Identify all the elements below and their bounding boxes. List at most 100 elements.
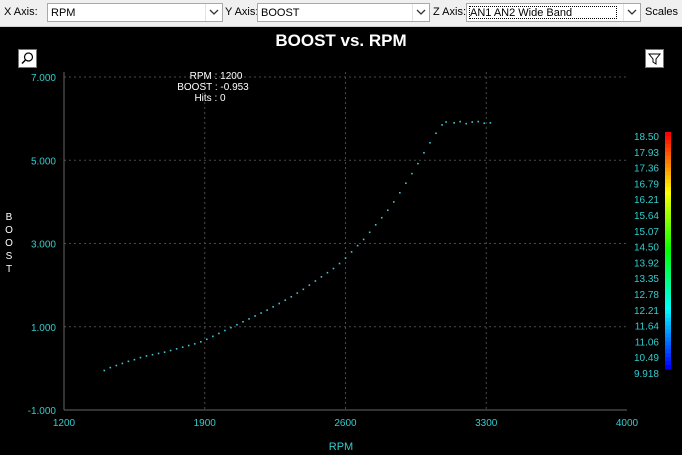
data-point — [405, 182, 407, 184]
z-axis-select[interactable]: AN1 AN2 Wide Band — [466, 3, 641, 22]
data-point — [399, 191, 401, 194]
colorbar-tick-label: 14.50 — [634, 243, 659, 254]
data-point — [193, 343, 196, 345]
data-point — [163, 351, 166, 353]
colorbar-segment — [665, 230, 671, 236]
colorbar-tick-label: 13.92 — [634, 258, 659, 269]
data-points — [103, 120, 492, 372]
colorbar-segment — [665, 337, 671, 342]
colorbar-segment — [665, 290, 671, 295]
scatter-plot[interactable]: -1.000 1.000 3.000 5.000 7.000 1200 1900 2600 3… — [0, 27, 682, 455]
chevron-down-icon[interactable] — [205, 4, 222, 21]
y-axis-select[interactable]: BOOST — [257, 3, 430, 22]
data-point — [199, 340, 202, 343]
y-axis-title-char: B — [6, 212, 13, 223]
colorbar-segment — [665, 211, 671, 216]
data-point — [477, 120, 480, 123]
y-axis-value: BOOST — [261, 7, 300, 19]
colorbar-segment — [665, 191, 671, 196]
data-point — [248, 318, 250, 320]
data-point — [133, 358, 136, 361]
colorbar-segment — [665, 135, 671, 141]
colorbar-tick-label: 15.64 — [634, 211, 659, 222]
colorbar-segment — [665, 147, 671, 153]
x-axis-value: RPM — [51, 7, 76, 19]
y-tick-label: 1.000 — [31, 323, 56, 334]
data-point — [157, 352, 160, 355]
chevron-down-icon[interactable] — [412, 4, 429, 21]
data-point — [169, 349, 172, 352]
data-point — [411, 172, 413, 175]
data-point — [489, 122, 492, 124]
data-point — [139, 356, 142, 359]
x-tick-labels: 1200 1900 2600 3300 4000 — [53, 418, 639, 429]
colorbar-segment — [665, 254, 671, 260]
colorbar-segment — [665, 349, 671, 354]
y-axis-title-char: S — [6, 251, 13, 262]
data-point — [429, 142, 431, 144]
chevron-down-icon[interactable] — [623, 4, 640, 21]
colorbar-segment — [665, 250, 671, 256]
data-point — [344, 257, 347, 259]
colorbar-segment — [665, 266, 671, 271]
data-point — [483, 122, 486, 125]
colorbar-segment — [665, 151, 671, 157]
colorbar-tick-labels: 18.50 17.93 17.36 16.79 16.21 15.64 15.07 14.50… — [634, 132, 659, 380]
data-point — [314, 280, 317, 282]
colorbar-tick-label: 12.21 — [634, 306, 659, 317]
colorbar-segment — [665, 309, 671, 315]
colorbar-segment — [665, 282, 671, 287]
colorbar-segment — [665, 199, 671, 204]
colorbar-segment — [665, 258, 671, 263]
data-point — [386, 209, 389, 212]
data-point — [417, 162, 419, 165]
data-point — [435, 132, 437, 135]
data-point — [236, 323, 238, 326]
colorbar-segment — [665, 143, 671, 149]
cursor-hits: Hits : 0 — [194, 93, 226, 104]
colorbar-segment — [665, 361, 671, 366]
data-point — [302, 288, 305, 291]
colorbar-segment — [665, 293, 671, 299]
x-axis-title: RPM — [329, 441, 353, 453]
y-axis-title: BOOST — [5, 212, 13, 275]
y-axis-title-char: O — [5, 225, 13, 236]
data-point — [308, 284, 311, 286]
colorbar-tick-label: 18.50 — [634, 132, 659, 143]
x-axis-select[interactable]: RPM — [47, 3, 223, 22]
scales-button[interactable]: Scales — [645, 6, 678, 18]
colorbar-segment — [665, 329, 671, 335]
y-tick-labels: -1.000 1.000 3.000 5.000 7.000 — [28, 73, 57, 417]
data-point — [380, 216, 383, 219]
data-point — [332, 267, 335, 270]
data-point — [374, 224, 377, 226]
colorbar-segment — [665, 234, 671, 240]
axis-toolbar: X Axis: RPM Y Axis: BOOST Z Axis: AN1 AN… — [0, 0, 682, 27]
data-point — [230, 326, 232, 329]
colorbar-segment — [665, 301, 671, 307]
data-point — [224, 329, 226, 332]
z-axis-label: Z Axis: — [433, 6, 467, 18]
cursor-boost: BOOST : -0.953 — [177, 82, 249, 93]
data-point — [218, 332, 220, 335]
data-point — [206, 338, 208, 341]
colorbar-segment — [665, 246, 671, 252]
data-point — [212, 335, 214, 338]
colorbar-segment — [665, 132, 671, 137]
colorbar-tick-label: 16.21 — [634, 195, 659, 206]
colorbar-segment — [665, 345, 671, 350]
data-point — [393, 201, 395, 203]
data-point — [453, 122, 455, 124]
data-point — [242, 321, 244, 323]
colorbar-tick-label: 11.64 — [635, 322, 660, 333]
data-point — [284, 299, 287, 301]
colorbar-tick-label: 13.35 — [634, 274, 659, 285]
colorbar-tick-label: 15.07 — [634, 227, 659, 238]
y-tick-label: 7.000 — [31, 73, 56, 84]
data-point — [445, 121, 447, 123]
data-point — [109, 366, 112, 369]
colorbar-tick-label: 10.49 — [634, 353, 659, 364]
y-tick-label: 5.000 — [31, 156, 56, 167]
colorbar-segment — [665, 242, 671, 248]
y-axis-title-char: T — [6, 264, 12, 275]
